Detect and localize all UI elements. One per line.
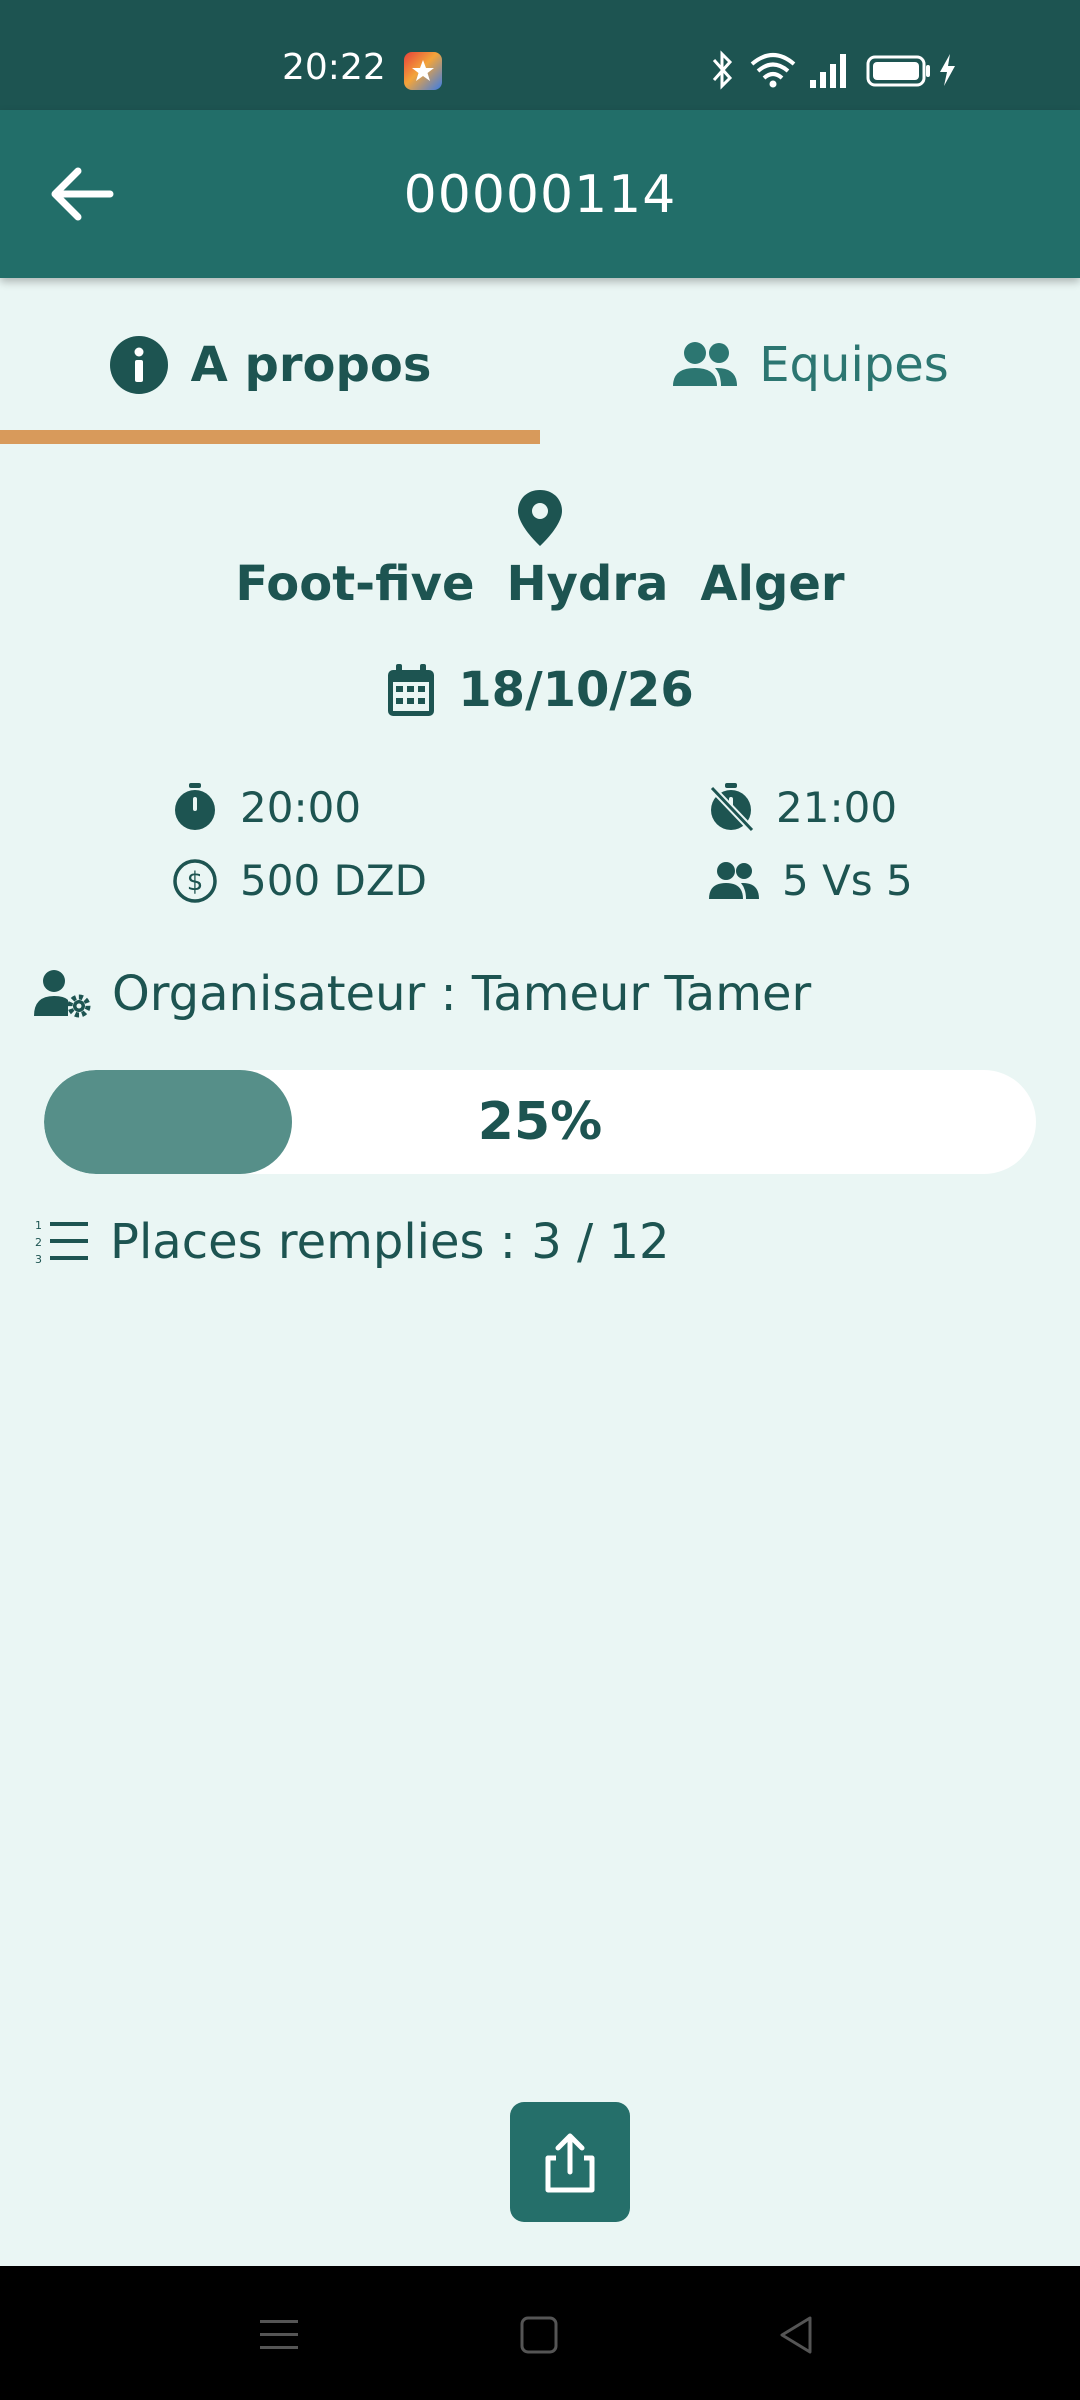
app-bar: 00000114 <box>0 110 1080 278</box>
page-title: 00000114 <box>403 165 677 225</box>
location-pin-icon <box>518 490 562 546</box>
tab-equipes-label: Equipes <box>759 337 949 393</box>
numbered-list-icon: 1 2 3 <box>35 1219 88 1266</box>
menu-icon[interactable] <box>254 2310 304 2360</box>
status-icons <box>710 50 1010 90</box>
share-icon <box>545 2133 595 2193</box>
group-icon <box>709 861 759 899</box>
status-bar: 20:22 <box>0 0 1080 110</box>
signal-icon <box>810 54 846 88</box>
match-date: 18/10/26 <box>458 662 694 718</box>
location-line: Foot-five Hydra Alger <box>0 556 1080 612</box>
places-label: Places remplies : 3 / 12 <box>110 1214 670 1270</box>
dollar-circle-icon: $ <box>173 858 217 903</box>
date-row: 18/10/26 <box>0 662 1080 718</box>
svg-text:3: 3 <box>35 1253 42 1266</box>
organizer-label: Organisateur : Tameur Tamer <box>112 966 812 1022</box>
end-time: 21:00 <box>708 782 897 832</box>
tab-bar: A propos Equipes <box>0 278 1080 448</box>
svg-text:1: 1 <box>35 1219 42 1232</box>
svg-text:$: $ <box>187 867 204 897</box>
location-district: Hydra <box>506 556 669 612</box>
system-nav-bar <box>0 2266 1080 2400</box>
end-time-text: 21:00 <box>776 782 898 832</box>
people-icon <box>673 342 738 386</box>
share-button[interactable] <box>510 2102 630 2222</box>
battery-icon <box>866 55 930 87</box>
status-time: 20:22 <box>282 47 386 88</box>
match-format: 5 Vs 5 <box>708 856 913 905</box>
price: $ 500 DZD <box>172 856 427 905</box>
places-row: 1 2 3 Places remplies : 3 / 12 <box>34 1214 670 1270</box>
location-type: Foot-five <box>235 556 475 612</box>
info-icon <box>109 336 168 394</box>
user-settings-icon <box>34 970 91 1018</box>
charging-icon <box>940 54 955 86</box>
tab-a-propos-label: A propos <box>190 337 432 393</box>
stopwatch-icon <box>175 783 215 830</box>
calendar-icon <box>388 664 435 716</box>
fill-progress-bar: 25% <box>44 1070 1036 1174</box>
start-time-text: 20:00 <box>240 782 362 832</box>
tab-equipes[interactable]: Equipes <box>540 278 1080 448</box>
progress-text: 25% <box>477 1092 603 1152</box>
location-city: Alger <box>700 556 845 612</box>
wifi-icon <box>750 53 796 88</box>
tab-a-propos[interactable]: A propos <box>0 278 540 448</box>
start-time: 20:00 <box>172 782 361 832</box>
organizer-row: Organisateur : Tameur Tamer <box>34 966 811 1022</box>
svg-text:2: 2 <box>35 1236 42 1249</box>
back-triangle-icon[interactable] <box>772 2310 822 2360</box>
notification-app-icon <box>404 52 442 90</box>
match-format-text: 5 Vs 5 <box>782 856 913 905</box>
price-text: 500 DZD <box>240 856 427 905</box>
stopwatch-off-icon <box>709 783 754 832</box>
home-icon[interactable] <box>514 2310 564 2360</box>
tab-indicator <box>0 430 540 444</box>
bluetooth-icon <box>712 50 733 90</box>
